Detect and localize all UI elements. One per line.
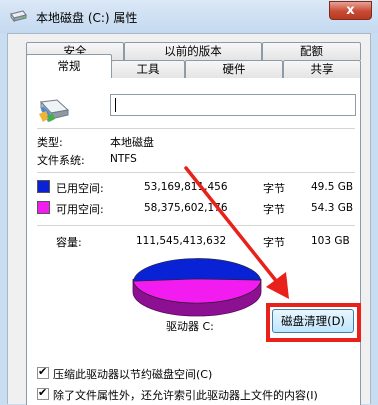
compress-label: 压缩此驱动器以节约磁盘空间(C)	[53, 368, 213, 381]
index-checkbox[interactable]: ✔	[37, 386, 49, 400]
compress-checkbox[interactable]: ✔	[37, 365, 49, 379]
tab-label: 常规	[57, 59, 81, 73]
checkmark-icon: ✔	[38, 386, 48, 399]
tab-general[interactable]: 常规	[26, 54, 112, 78]
index-label: 除了文件属性外，还允许索引此驱动器上文件的内容(I)	[53, 389, 318, 402]
checkmark-icon: ✔	[38, 365, 48, 378]
